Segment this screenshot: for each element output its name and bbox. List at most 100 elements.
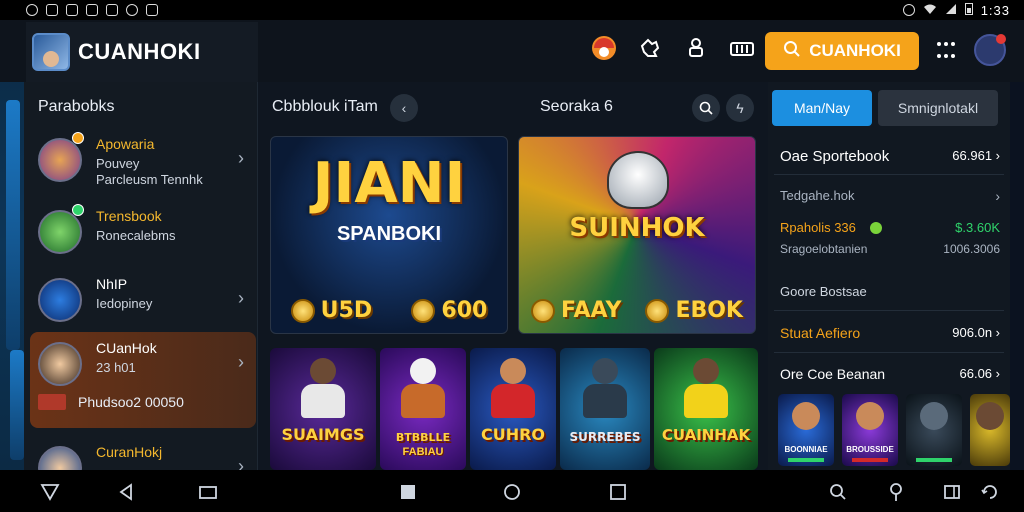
sidebar-item-sub: 23 h01	[96, 360, 136, 375]
panel-row-label: Oae Sportebook	[780, 148, 890, 165]
app-root: 1:33 CUANHOKI CUANHOKI Parabobks Apowari…	[0, 0, 1024, 512]
brand-logo	[32, 33, 70, 71]
panel-row-value: 906.0n ›	[952, 325, 1000, 340]
divider	[774, 310, 1004, 311]
search-icon[interactable]	[828, 482, 848, 502]
status-notifications	[26, 4, 158, 16]
promo-title: JIANI	[312, 151, 466, 216]
brand[interactable]: CUANHOKI	[26, 22, 258, 82]
alarm-icon	[902, 4, 915, 16]
thumbnail-row: BOONNIAE BROUSSIDE	[778, 394, 1010, 466]
search-button-label: CUANHOKI	[809, 41, 901, 60]
chef-icon[interactable]	[682, 34, 710, 62]
divider	[774, 174, 1004, 175]
panel-row-label: Sragoelobtanien	[780, 242, 868, 256]
game-tile-label: BTBBLLE	[395, 431, 451, 444]
game-tile[interactable]: SURREBES	[560, 348, 650, 470]
recents-icon[interactable]	[608, 482, 628, 502]
thumbnail-label: BOONNIAE	[784, 445, 828, 454]
square-icon[interactable]	[398, 482, 418, 502]
promo-card-suinhok[interactable]: SUINHOK FAAY EBOK	[518, 136, 756, 334]
player-figure-icon	[681, 358, 731, 418]
chevron-right-icon: ›	[238, 288, 244, 308]
trophy-icon	[38, 210, 82, 254]
window-icon[interactable]	[198, 482, 218, 502]
ball-icon	[870, 222, 882, 234]
tickets-icon[interactable]	[728, 34, 756, 62]
puzzle-icon[interactable]	[636, 34, 664, 62]
player-photo-icon	[856, 402, 884, 430]
game-tile-label: CUHRO	[480, 425, 546, 444]
coin-icon	[290, 298, 315, 323]
tablet-icon[interactable]	[942, 482, 962, 502]
sidebar-title: Parabobks	[38, 98, 115, 115]
promo-title: SUINHOK	[569, 213, 705, 243]
game-tile-label: SURREBES	[569, 430, 641, 444]
coin-icon	[531, 298, 556, 323]
player-avatar-icon	[38, 342, 82, 386]
sidebar-item-sub2: Parcleusm Tennhk	[96, 172, 203, 187]
game-tile[interactable]: CUHRO	[470, 348, 556, 470]
status-bar: 1:33	[0, 0, 1024, 20]
game-tile[interactable]: CUAINHAK	[654, 348, 758, 470]
sidebar-item-title: Apowaria	[96, 136, 155, 152]
chevron-left-icon[interactable]: ‹	[390, 94, 418, 122]
promo-coins: U5D 600	[271, 298, 507, 323]
panel-row-value: $.3.60K	[955, 220, 1000, 235]
search-button[interactable]: CUANHOKI	[765, 32, 919, 70]
sidebar-item-apowaria[interactable]: Apowaria Pouvey Parcleusm Tennhk ›	[30, 128, 256, 192]
game-thumbnail[interactable]	[970, 394, 1010, 466]
sidebar-item-title: Trensbook	[96, 208, 162, 224]
game-thumbnail[interactable]: BOONNIAE	[778, 394, 834, 466]
user-avatar[interactable]	[974, 34, 1006, 66]
creature-photo-icon	[920, 402, 948, 430]
game-thumbnail[interactable]: BROUSSIDE	[842, 394, 898, 466]
tab-active[interactable]: Man/Nay	[772, 90, 872, 126]
game-tile-sublabel: FABIAU	[402, 446, 444, 458]
panel-row-value: 1006.3006	[943, 242, 1000, 256]
home-icon[interactable]	[502, 482, 522, 502]
back-icon[interactable]	[116, 482, 136, 502]
main-content: Cbbblouk iTam ‹ Seoraka 6 ϟ JIANI SPANBO…	[258, 82, 768, 470]
section-left-title: Cbbblouk iTam	[272, 98, 378, 115]
notification-icon	[126, 4, 138, 16]
game-tile[interactable]: SUAIMGS	[270, 348, 376, 470]
clock: 1:33	[980, 2, 1010, 18]
battery-icon	[964, 2, 973, 18]
rotate-icon[interactable]	[980, 482, 1000, 502]
section-right-title: Seoraka 6	[540, 98, 613, 115]
sidebar-extra-text: Phudsoo2 00050	[78, 394, 184, 410]
apps-grid-icon[interactable]	[937, 42, 957, 62]
sidebar-item-nhip[interactable]: NhIP Iedopiney ›	[30, 268, 256, 332]
game-thumbnail[interactable]	[906, 394, 962, 466]
panel-row-label: Rpaholis 336	[780, 220, 856, 235]
pizza-icon[interactable]	[590, 34, 618, 62]
promo-card-spanboki[interactable]: JIANI SPANBOKI U5D 600	[270, 136, 508, 334]
notification-icon	[26, 4, 38, 16]
navigation-bar	[0, 470, 1024, 512]
thumbnail-label: BROUSSIDE	[846, 445, 894, 454]
header-icons	[590, 34, 756, 62]
notification-icon	[106, 4, 118, 16]
triangle-down-icon[interactable]	[40, 482, 60, 502]
player-photo-icon	[976, 402, 1004, 430]
sidebar-item-trensbook[interactable]: Trensbook Ronecalebms	[30, 200, 256, 264]
coin-pill-right: 600	[411, 298, 487, 323]
lightning-icon[interactable]: ϟ	[726, 94, 754, 122]
coin-pill-right: EBOK	[645, 298, 743, 323]
thumbnail-bar	[852, 458, 888, 462]
background-glow	[0, 20, 24, 470]
game-tile[interactable]: BTBBLLE FABIAU	[380, 348, 466, 470]
game-tile-label: SUAIMGS	[281, 425, 365, 444]
notification-dot	[996, 34, 1006, 44]
sidebar-item-cuanhok[interactable]: CUanHok 23 h01 ›	[30, 332, 256, 428]
promo-coins: FAAY EBOK	[519, 298, 755, 323]
search-icon[interactable]	[692, 94, 720, 122]
location-pin-icon[interactable]	[886, 482, 906, 502]
tab-inactive[interactable]: Smnignlotakl	[878, 90, 998, 126]
notification-icon	[86, 4, 98, 16]
coin-icon	[645, 298, 670, 323]
panel-row-label: Ore Coe Beanan	[780, 366, 886, 382]
right-panel: Man/Nay Smnignlotakl Oae Sportebook 66.9…	[768, 82, 1010, 470]
player-photo-icon	[792, 402, 820, 430]
